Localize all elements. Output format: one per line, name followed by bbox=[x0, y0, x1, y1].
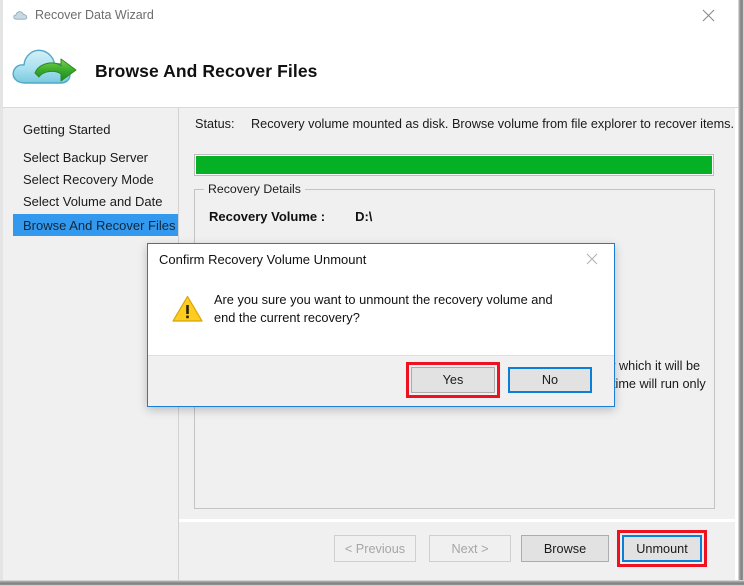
window-border-right bbox=[738, 0, 744, 586]
close-icon[interactable] bbox=[572, 246, 612, 272]
previous-button: < Previous bbox=[334, 535, 416, 562]
browse-button[interactable]: Browse bbox=[521, 535, 609, 562]
sidebar-item-browse-and-recover-files[interactable]: Browse And Recover Files bbox=[13, 214, 178, 236]
cloud-recover-logo bbox=[11, 42, 81, 92]
dialog-title: Confirm Recovery Volume Unmount bbox=[159, 252, 367, 267]
next-button: Next > bbox=[429, 535, 511, 562]
sidebar-item-select-backup-server[interactable]: Select Backup Server bbox=[13, 146, 178, 168]
unmount-button[interactable]: Unmount bbox=[622, 535, 702, 562]
window-title: Recover Data Wizard bbox=[35, 8, 154, 22]
sidebar-item-select-volume-and-date[interactable]: Select Volume and Date bbox=[13, 190, 178, 212]
progress-bar bbox=[194, 154, 714, 176]
window-border-left bbox=[0, 0, 3, 586]
sidebar-item-label: Browse And Recover Files bbox=[23, 217, 176, 233]
close-icon[interactable] bbox=[686, 0, 730, 30]
dialog-no-button[interactable]: No bbox=[508, 367, 592, 393]
recovery-volume-label: Recovery Volume : bbox=[209, 209, 326, 224]
dialog-body: Are you sure you want to unmount the rec… bbox=[148, 276, 614, 349]
wizard-footer: < Previous Next > Browse Unmount bbox=[179, 522, 735, 580]
sidebar-item-select-recovery-mode[interactable]: Select Recovery Mode bbox=[13, 168, 178, 190]
sidebar-item-label: Select Recovery Mode bbox=[23, 171, 154, 187]
sidebar-item-label: Select Backup Server bbox=[23, 149, 149, 165]
cloud-icon bbox=[13, 9, 29, 23]
dialog-message: Are you sure you want to unmount the rec… bbox=[214, 292, 553, 325]
window-border-bottom bbox=[0, 580, 744, 586]
status-message: Recovery volume mounted as disk. Browse … bbox=[251, 117, 735, 131]
status-row: Status: Recovery volume mounted as disk.… bbox=[195, 117, 734, 131]
dialog-yes-button[interactable]: Yes bbox=[411, 367, 495, 393]
warning-triangle-icon bbox=[172, 295, 203, 323]
page-title: Browse And Recover Files bbox=[95, 61, 318, 81]
group-legend: Recovery Details bbox=[204, 182, 305, 196]
recovery-volume-row: Recovery Volume : D:\ bbox=[209, 209, 372, 224]
sidebar-item-getting-started[interactable]: Getting Started bbox=[13, 118, 178, 140]
page-header: Browse And Recover Files bbox=[3, 32, 738, 108]
sidebar-item-label: Select Volume and Date bbox=[23, 193, 163, 209]
application-window: Recover Data Wizard Browse And Recover F… bbox=[0, 0, 744, 586]
recovery-volume-value: D:\ bbox=[355, 209, 373, 224]
confirm-unmount-dialog: Confirm Recovery Volume Unmount Are you … bbox=[147, 243, 615, 407]
status-label: Status: bbox=[195, 117, 235, 131]
sidebar-item-label: Getting Started bbox=[23, 121, 111, 137]
title-bar: Recover Data Wizard bbox=[3, 0, 738, 32]
dialog-footer: Yes No bbox=[148, 355, 614, 406]
progress-bar-fill bbox=[196, 156, 712, 174]
